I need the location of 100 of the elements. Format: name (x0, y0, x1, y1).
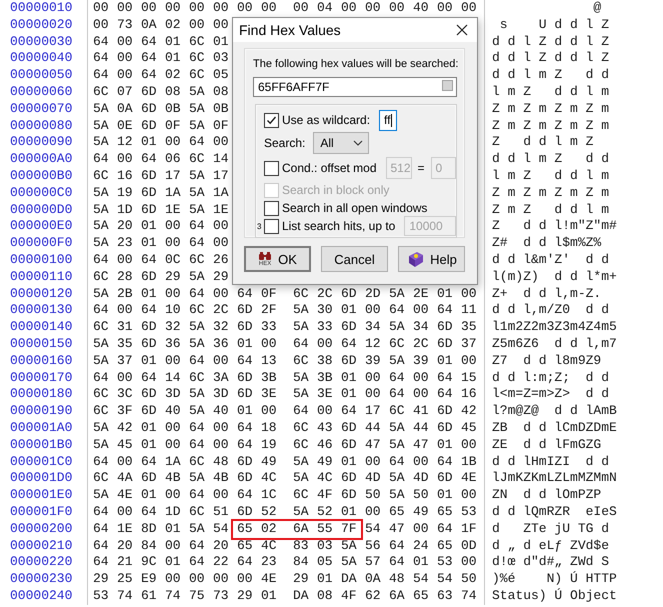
offset-label: 00000180 (9, 386, 74, 404)
hex-byte: 5A (292, 319, 310, 336)
offset-label: 00000020 (9, 16, 74, 34)
hex-byte: 43 (316, 420, 334, 437)
ascii-text: Z d d l!m"Z"m# (492, 218, 617, 234)
search-field[interactable]: 65FF6AFF7F (253, 77, 457, 97)
hex-byte: 31 (116, 319, 134, 336)
hex-byte: 00 (212, 16, 230, 34)
hex-byte: 1B (460, 454, 478, 470)
hex-byte: 5A (292, 470, 310, 488)
hex-byte: 00 (164, 420, 182, 437)
offset-label: 00000210 (9, 538, 74, 554)
hex-byte: 28 (116, 268, 134, 286)
hex-byte: 01 (436, 286, 454, 302)
hex-byte: 02 (164, 67, 182, 84)
ascii-text: d d l m Z d d (492, 151, 610, 166)
hex-byte: 5A (92, 336, 110, 353)
ascii-text: l m Z d d l m (492, 168, 610, 183)
hex-byte: 6C (92, 386, 110, 404)
hex-byte: 64 (436, 454, 454, 470)
hex-byte: 64 (92, 34, 110, 50)
hex-byte: 6C (92, 470, 110, 488)
offset-label: 00000030 (9, 34, 74, 50)
hex-byte: 19 (260, 436, 278, 454)
hex-byte: 5A (340, 538, 358, 554)
hex-byte: 2C (412, 336, 430, 353)
hex-byte: 00 (364, 454, 382, 470)
close-icon[interactable] (456, 24, 468, 36)
hex-byte: 00 (364, 0, 382, 17)
hex-byte: 00 (340, 0, 358, 17)
hex-byte: 00 (460, 436, 478, 454)
input-field[interactable]: ff (379, 110, 398, 130)
hex-byte: 57 (364, 554, 382, 572)
offset-label: 00000090 (9, 134, 74, 152)
hex-byte: 64 (340, 336, 358, 353)
hex-byte: 64 (92, 370, 110, 386)
checkbox[interactable] (264, 112, 279, 128)
option-label: Search: (264, 136, 306, 150)
hex-byte: 65 (412, 588, 430, 605)
hex-byte: 00 (460, 0, 478, 17)
hex-byte: 5A (92, 118, 110, 134)
offset-label: 00000170 (9, 370, 74, 386)
help-button[interactable]: Help (398, 246, 465, 272)
checkbox[interactable] (264, 218, 279, 234)
hex-byte: DA (340, 571, 358, 588)
hex-byte: 3D (164, 386, 182, 404)
option-label: Cond.: offset mod (282, 161, 376, 175)
hex-byte: 5A (388, 436, 406, 454)
hex-byte: 00 (188, 0, 206, 17)
hex-byte: 6C (188, 302, 206, 320)
hex-byte: 4D (412, 470, 430, 488)
hex-byte: 6D (140, 168, 158, 185)
hex-byte: 01 (412, 554, 430, 572)
hex-byte: 2B (116, 286, 134, 302)
hex-byte: 45 (460, 420, 478, 437)
hex-byte: 40 (164, 403, 182, 420)
hex-byte: 6D (140, 100, 158, 118)
hex-byte: 64 (188, 134, 206, 152)
offset-label: 000000D0 (9, 202, 74, 218)
hex-byte: 0D (460, 538, 478, 554)
hex-byte: 5A (188, 202, 206, 218)
hex-byte: 05 (212, 67, 230, 84)
hex-byte: 5A (188, 118, 206, 134)
hex-byte: 01 (164, 554, 182, 572)
hex-byte: 64 (436, 302, 454, 320)
search-dropdown[interactable]: All (313, 132, 370, 154)
hex-byte: 01 (340, 504, 358, 521)
hex-byte: 00 (412, 370, 430, 386)
hex-byte: 15 (460, 370, 478, 386)
hex-byte: 5A (92, 134, 110, 152)
checkbox[interactable] (264, 200, 279, 216)
ascii-text: Z m Z m Z m Z m (492, 100, 610, 116)
hex-byte: 6C (92, 319, 110, 336)
prompt-label: The following hex values will be searched: (253, 57, 458, 71)
hex-byte: 00 (116, 34, 134, 50)
hex-byte: 19 (116, 184, 134, 202)
offset-label: 00000080 (9, 118, 74, 134)
hex-byte: 6D (140, 403, 158, 420)
hex-byte: 5A (92, 436, 110, 454)
hex-byte: 00 (260, 403, 278, 420)
ascii-text: d d l Z d d l Z (492, 50, 610, 66)
hex-byte: 00 (164, 538, 182, 554)
hex-byte: 0E (116, 118, 134, 134)
hex-byte: 64 (188, 286, 206, 302)
cancel-button[interactable]: Cancel (321, 246, 388, 272)
hex-byte: 6C (292, 436, 310, 454)
hex-byte: 0B (164, 100, 182, 118)
hex-byte: 03 (212, 50, 230, 68)
hex-byte: 01 (140, 436, 158, 454)
hex-byte: 75 (188, 588, 206, 605)
offset-label: 000001B0 (9, 436, 74, 454)
hex-byte: 00 (212, 420, 230, 437)
hex-byte: 0A (364, 571, 382, 588)
checkbox[interactable] (264, 160, 279, 176)
hex-byte: 5A (188, 168, 206, 185)
hex-byte: 48 (212, 454, 230, 470)
hex-byte: 64 (188, 235, 206, 252)
hex-byte: 00 (212, 571, 230, 588)
hex-byte: 08 (316, 588, 334, 605)
hex-byte: 39 (364, 352, 382, 370)
